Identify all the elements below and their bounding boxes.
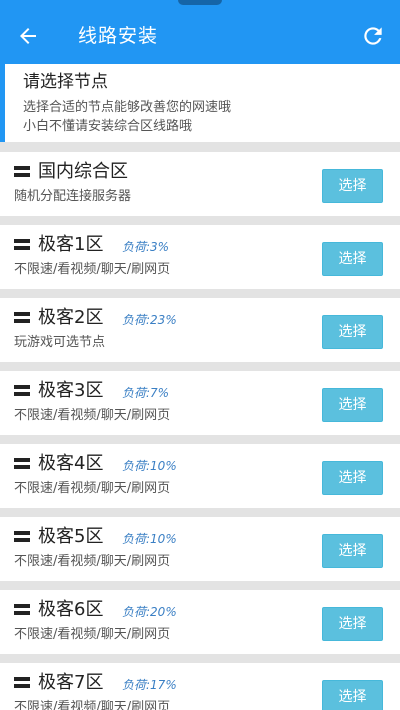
- select-button[interactable]: 选择: [322, 461, 383, 495]
- node-name: 极客5区: [38, 526, 104, 547]
- menu-icon: [14, 166, 30, 178]
- select-button[interactable]: 选择: [322, 315, 383, 349]
- menu-icon: [14, 677, 30, 689]
- menu-icon: [14, 458, 30, 470]
- node-load: 负荷:10%: [122, 459, 177, 473]
- select-button[interactable]: 选择: [322, 607, 383, 641]
- menu-icon: [14, 239, 30, 251]
- arrow-left-icon[interactable]: [16, 24, 40, 48]
- node-card: 极客7区 负荷:17% 不限速/看视频/聊天/刷网页 选择: [0, 663, 400, 710]
- node-name: 极客2区: [38, 307, 104, 328]
- node-load: 负荷:7%: [122, 386, 170, 400]
- node-card: 极客5区 负荷:10% 不限速/看视频/聊天/刷网页 选择: [0, 517, 400, 581]
- notice-panel: 请选择节点 选择合适的节点能够改善您的网速哦 小白不懂请安装综合区线路哦: [0, 64, 400, 142]
- menu-icon: [14, 312, 30, 324]
- refresh-icon[interactable]: [360, 23, 386, 49]
- node-card: 极客3区 负荷:7% 不限速/看视频/聊天/刷网页 选择: [0, 371, 400, 435]
- select-button[interactable]: 选择: [322, 169, 383, 203]
- node-description: 玩游戏可选节点: [14, 335, 106, 350]
- node-name: 极客1区: [38, 234, 104, 255]
- node-name: 极客6区: [38, 599, 104, 620]
- notice-title: 请选择节点: [23, 72, 108, 92]
- node-list: 国内综合区 随机分配连接服务器 选择 极客1区 负荷:3% 不限速/看视频/聊天/刷网页选…: [0, 152, 400, 710]
- notice-line-2: 小白不懂请安装综合区线路哦: [23, 119, 193, 134]
- node-description: 不限速/看视频/聊天/刷网页: [14, 700, 171, 710]
- node-description: 不限速/看视频/聊天/刷网页: [14, 554, 171, 569]
- node-card: 极客1区 负荷:3% 不限速/看视频/聊天/刷网页 选择: [0, 225, 400, 289]
- node-description: 随机分配连接服务器: [14, 189, 132, 204]
- status-bar-notch: [178, 0, 222, 5]
- node-load: 负荷:20%: [122, 605, 177, 619]
- select-button[interactable]: 选择: [322, 242, 383, 276]
- menu-icon: [14, 604, 30, 616]
- node-card: 极客4区 负荷:10% 不限速/看视频/聊天/刷网页 选择: [0, 444, 400, 508]
- node-load: 负荷:10%: [122, 532, 177, 546]
- node-card: 国内综合区随机分配连接服务器 选择: [0, 152, 400, 216]
- menu-icon: [14, 385, 30, 397]
- node-load: 负荷:23%: [122, 313, 177, 327]
- node-description: 不限速/看视频/聊天/刷网页: [14, 481, 171, 496]
- menu-icon: [14, 531, 30, 543]
- app-bar: 线路安装: [0, 8, 400, 64]
- node-card: 极客6区 负荷:20% 不限速/看视频/聊天/刷网页 选择: [0, 590, 400, 654]
- node-card: 极客2区 负荷:23% 玩游戏可选节点 选择: [0, 298, 400, 362]
- select-button[interactable]: 选择: [322, 680, 383, 710]
- page-title: 线路安装: [78, 25, 159, 47]
- node-load: 负荷:3%: [122, 240, 170, 254]
- node-description: 不限速/看视频/聊天/刷网页: [14, 627, 171, 642]
- node-name: 极客4区: [38, 453, 104, 474]
- select-button[interactable]: 选择: [322, 388, 383, 422]
- status-bar: [0, 0, 400, 8]
- node-name: 极客3区: [38, 380, 104, 401]
- node-description: 不限速/看视频/聊天/刷网页: [14, 262, 171, 277]
- node-load: 负荷:17%: [122, 678, 177, 692]
- notice-line-1: 选择合适的节点能够改善您的网速哦: [23, 100, 232, 115]
- select-button[interactable]: 选择: [322, 534, 383, 568]
- node-description: 不限速/看视频/聊天/刷网页: [14, 408, 171, 423]
- node-name: 极客7区: [38, 672, 104, 693]
- node-name: 国内综合区: [38, 161, 128, 182]
